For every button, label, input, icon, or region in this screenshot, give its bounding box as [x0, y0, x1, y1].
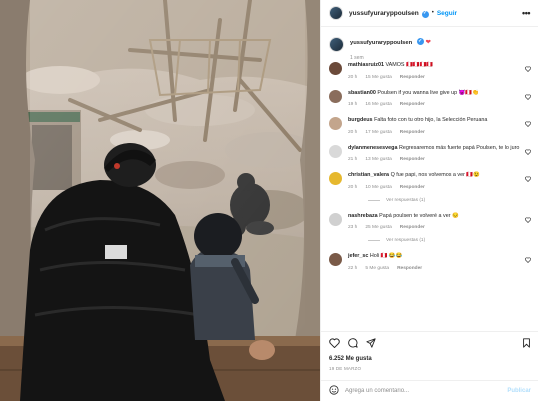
- commenter-avatar[interactable]: [329, 144, 342, 158]
- follow-button[interactable]: Seguir: [437, 10, 457, 17]
- post-photo: [0, 0, 320, 401]
- comment-text: Falta foto con tu otro hijo, la Selecció…: [374, 117, 488, 123]
- comment-text: Q fue papi, nos volvemos a ver 🇵🇪😉: [390, 172, 480, 178]
- comment-time[interactable]: 23 h: [348, 225, 357, 230]
- comment-icon[interactable]: [348, 335, 358, 353]
- likes-count[interactable]: 6.252 Me gusta: [329, 356, 531, 362]
- commenter-username[interactable]: burgdeus: [348, 117, 373, 123]
- reply-button[interactable]: Responder: [400, 157, 425, 162]
- commenter-avatar[interactable]: [329, 117, 342, 130]
- comment-time[interactable]: 21 h: [348, 157, 357, 162]
- reply-button[interactable]: Responder: [397, 266, 422, 271]
- comment-likes[interactable]: 15 Me gusta: [365, 75, 391, 80]
- comment-item: jefer_sc Holi 🇵🇪 😂😂 22 h 5 Me gusta Respond…: [321, 253, 538, 271]
- replies-line: [368, 199, 380, 201]
- comment-item: mathiasruiz01 VAMOS 🇵🇪🇵🇪🇵🇪🇵🇪 20 h 15 Me gu…: [321, 62, 538, 80]
- comment-like-heart-icon[interactable]: [525, 93, 531, 102]
- reply-button[interactable]: Responder: [400, 75, 425, 80]
- comment-item: burgdeus Falta foto con tu otro hijo, la…: [321, 117, 538, 135]
- comment-time[interactable]: 20 h: [348, 75, 357, 80]
- commenter-avatar[interactable]: [329, 89, 342, 103]
- author-username[interactable]: yussufyuraryppoulsen: [349, 10, 419, 17]
- post-caption: yussufyuraryppoulsen ❤ 1 sem: [321, 27, 538, 61]
- share-icon[interactable]: [366, 335, 376, 353]
- comment-likes[interactable]: 13 Me gusta: [365, 157, 391, 162]
- post-date: 19 DE MARZO: [329, 366, 362, 371]
- heart-emoji: ❤: [425, 39, 431, 46]
- view-replies-label: Ver respuestas (1): [386, 238, 426, 243]
- comment-item: christian_valera Q fue papi, nos volvemo…: [321, 172, 538, 203]
- comment-like-heart-icon[interactable]: [525, 257, 531, 265]
- comment-likes[interactable]: 10 Me gusta: [365, 185, 391, 190]
- comment-time[interactable]: 19 h: [348, 102, 357, 107]
- more-options-icon[interactable]: •••: [522, 8, 530, 18]
- comment-text: Poulsen if you wanna live give up 😈🇵🇪👏: [377, 89, 479, 96]
- publish-button[interactable]: Publicar: [507, 388, 531, 394]
- like-heart-icon[interactable]: [329, 335, 340, 353]
- post-header: yussufyuraryppoulsen • Seguir •••: [321, 0, 538, 27]
- commenter-avatar[interactable]: [329, 172, 342, 185]
- comment-text: Papá poulsen te volveré a ver 😔: [379, 212, 459, 219]
- commenter-avatar[interactable]: [329, 62, 342, 75]
- view-replies-button[interactable]: Ver respuestas (1): [368, 238, 528, 243]
- reply-button[interactable]: Responder: [400, 185, 425, 190]
- comment-likes[interactable]: 16 Me gusta: [365, 102, 391, 107]
- emoji-icon[interactable]: [329, 382, 339, 400]
- comment-like-heart-icon[interactable]: [525, 148, 531, 157]
- commenter-username[interactable]: jefer_sc: [348, 253, 368, 259]
- add-comment-input[interactable]: [345, 388, 508, 394]
- comment-item: sbastian00 Poulsen if you wanna live giv…: [321, 89, 538, 107]
- comment-likes[interactable]: 5 Me gusta: [365, 266, 389, 271]
- view-replies-button[interactable]: Ver respuestas (1): [368, 198, 528, 203]
- post-sidebar: yussufyuraryppoulsen • Seguir ••• yussuf…: [320, 0, 538, 401]
- commenter-username[interactable]: christian_valera: [348, 172, 389, 178]
- comment-time[interactable]: 22 h: [348, 266, 357, 271]
- verified-badge-icon: [421, 10, 429, 18]
- comment-likes[interactable]: 17 Me gusta: [365, 130, 391, 135]
- comment-item: nashrebaza Papá poulsen te volveré a ver…: [321, 212, 538, 243]
- comment-like-heart-icon[interactable]: [525, 216, 531, 225]
- comment-like-heart-icon[interactable]: [525, 66, 531, 74]
- commenter-username[interactable]: nashrebaza: [348, 213, 378, 219]
- caption-avatar[interactable]: [329, 37, 344, 52]
- replies-line: [368, 240, 380, 241]
- commenter-username[interactable]: dylanmenesesvega: [348, 145, 397, 151]
- caption-time[interactable]: 1 sem: [350, 55, 431, 61]
- caption-username[interactable]: yussufyuraryppoulsen: [350, 40, 412, 46]
- commenter-username[interactable]: mathiasruiz01: [348, 62, 384, 68]
- header-separator: •: [431, 10, 434, 16]
- comments-list: mathiasruiz01 VAMOS 🇵🇪🇵🇪🇵🇪🇵🇪 20 h 15 Me gu…: [321, 62, 538, 271]
- comment-time[interactable]: 20 h: [348, 185, 357, 190]
- comment-like-heart-icon[interactable]: [525, 176, 531, 184]
- add-comment-bar: Publicar: [321, 380, 538, 401]
- comment-text: Holi 🇵🇪 😂😂: [369, 253, 403, 259]
- comment-text: VAMOS 🇵🇪🇵🇪🇵🇪🇵🇪: [385, 62, 433, 68]
- reply-button[interactable]: Responder: [400, 225, 425, 230]
- save-bookmark-icon[interactable]: [522, 335, 531, 353]
- comment-text: Regresaremos más fuerte papá Poulsen, te…: [398, 144, 520, 151]
- comment-like-heart-icon[interactable]: [525, 121, 531, 129]
- reply-button[interactable]: Responder: [400, 130, 425, 135]
- post-actions: 6.252 Me gusta 19 DE MARZO: [321, 331, 538, 371]
- verified-badge-icon: [416, 38, 424, 45]
- commenter-avatar[interactable]: [329, 212, 342, 226]
- comment-time[interactable]: 20 h: [348, 130, 357, 135]
- comment-item: dylanmenesesvega Regresaremos más fuerte…: [321, 144, 538, 162]
- commenter-username[interactable]: sbastian00: [348, 90, 376, 96]
- view-replies-label: Ver respuestas (1): [386, 197, 426, 203]
- comment-likes[interactable]: 25 Me gusta: [365, 225, 391, 230]
- reply-button[interactable]: Responder: [400, 102, 425, 107]
- commenter-avatar[interactable]: [329, 253, 342, 266]
- author-avatar[interactable]: [329, 6, 343, 20]
